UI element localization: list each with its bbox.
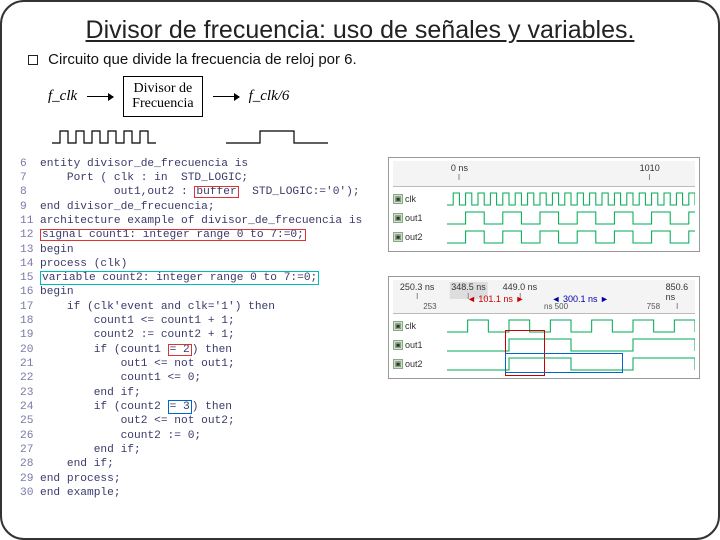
sim-ruler: 250.3 ns 348.5 ns 449.0 ns 850.6 ns ◄ 10… [393, 280, 695, 314]
sim-row-out2: ▣out2 [393, 228, 695, 246]
block-diagram: f_clk Divisor de Frecuencia f_clk/6 [48, 76, 700, 117]
mini-waveforms [48, 125, 700, 151]
sim-row-out1: ▣out1 [393, 209, 695, 227]
signal-icon: ▣ [393, 321, 403, 331]
block-box-l2: Frecuencia [132, 96, 193, 111]
signal-icon: ▣ [393, 232, 403, 242]
block-out-label: f_clk/6 [249, 88, 290, 105]
subtitle-text: Circuito que divide la frecuencia de rel… [48, 51, 357, 68]
highlight-buffer: buffer [194, 186, 238, 198]
sim-ruler: 0 ns 1010 [393, 161, 695, 187]
arrow-icon [213, 96, 239, 97]
page-title: Divisor de frecuencia: uso de señales y … [60, 16, 660, 45]
arrow-icon [87, 96, 113, 97]
vhdl-code: 6entity divisor_de_frecuencia is 7 Port … [20, 157, 380, 501]
bullet-icon [28, 55, 38, 65]
block-box-l1: Divisor de [134, 81, 193, 96]
highlight-cond1: = 2 [168, 344, 192, 356]
signal-icon: ▣ [393, 359, 403, 369]
highlight-cond2: = 3 [168, 400, 192, 414]
signal-icon: ▣ [393, 194, 403, 204]
subtitle: Circuito que divide la frecuencia de rel… [28, 51, 700, 68]
sim-panel-zoom: 250.3 ns 348.5 ns 449.0 ns 850.6 ns ◄ 10… [388, 276, 700, 379]
signal-icon: ▣ [393, 340, 403, 350]
highlight-variable: variable count2: integer range 0 to 7:=0… [40, 271, 319, 285]
sim-row-out2: ▣out2 [393, 355, 695, 373]
block-in-label: f_clk [48, 88, 77, 105]
blue-cursor [505, 353, 623, 373]
sim-row-out1: ▣out1 [393, 336, 695, 354]
sim-row-clk: ▣clk [393, 190, 695, 208]
signal-icon: ▣ [393, 213, 403, 223]
highlight-signal: signal count1: integer range 0 to 7:=0; [40, 229, 306, 241]
block-box: Divisor de Frecuencia [123, 76, 202, 117]
sim-panel-overview: 0 ns 1010 ▣clk ▣out1 ▣out2 [388, 157, 700, 252]
